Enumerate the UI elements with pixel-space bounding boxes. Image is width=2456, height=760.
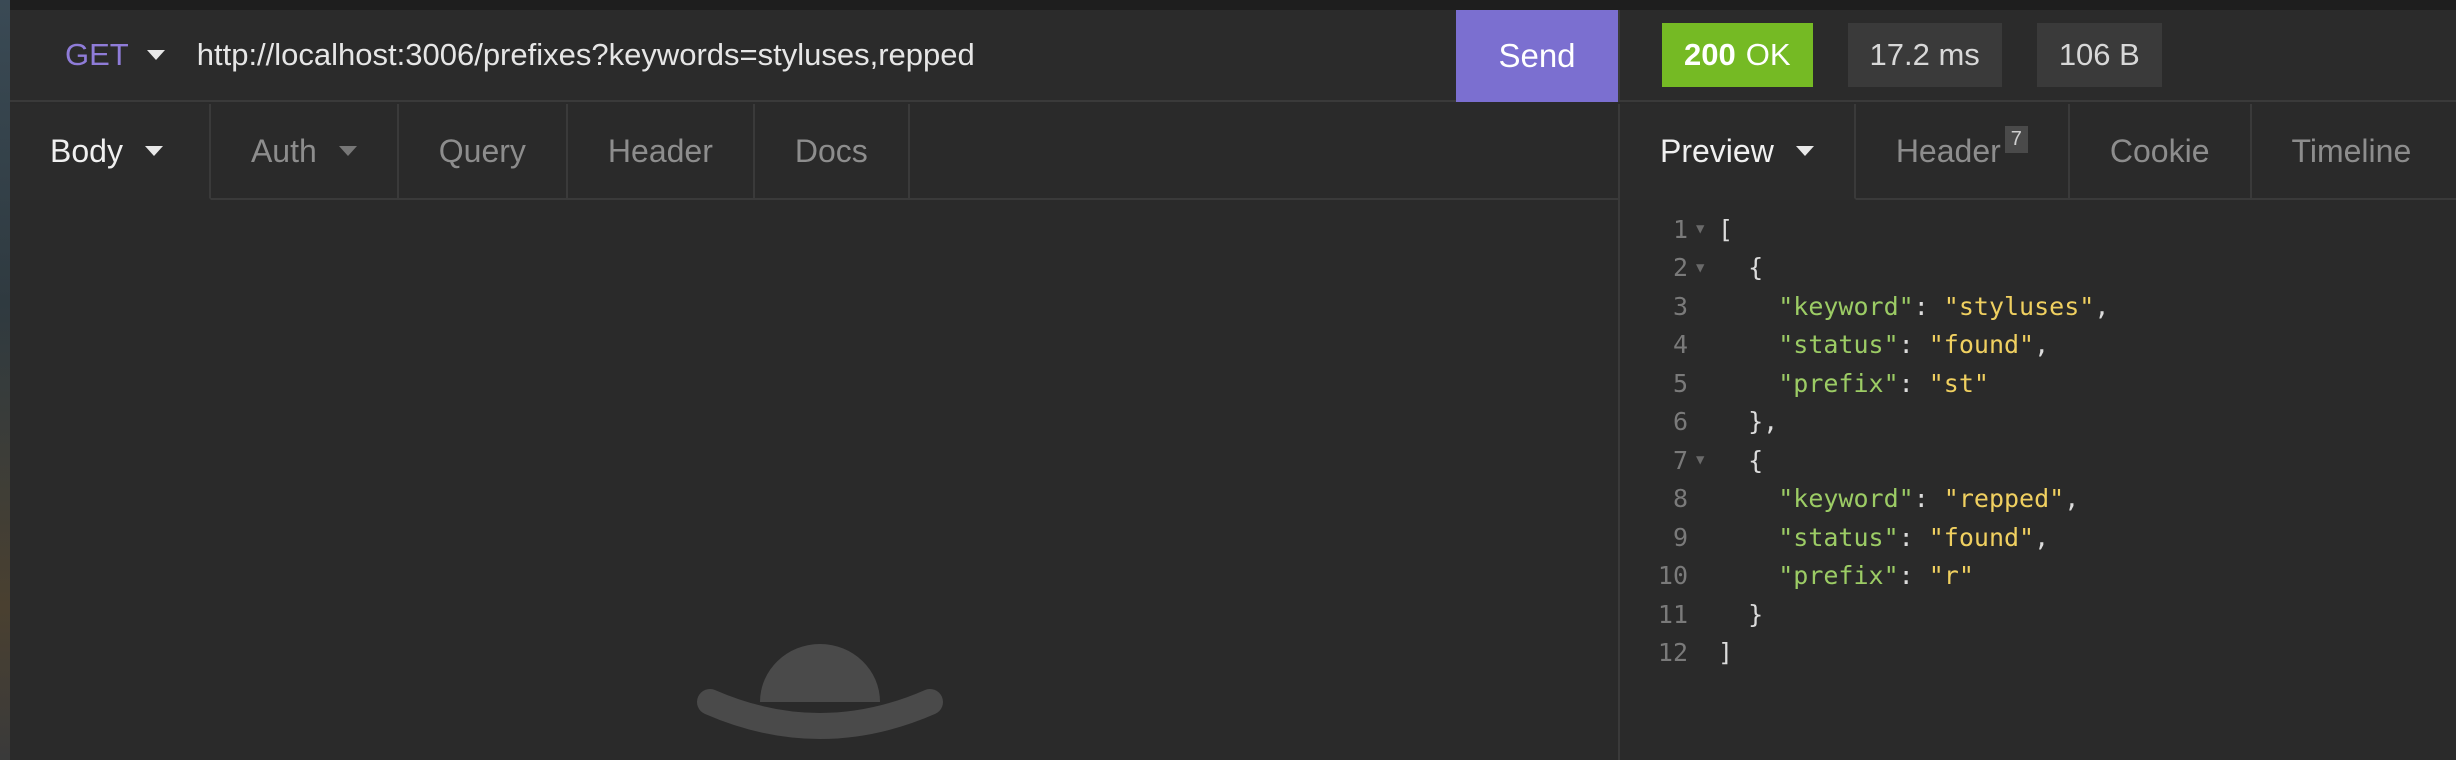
tab-label: Timeline xyxy=(2291,132,2412,169)
status-code: 200 xyxy=(1684,37,1736,72)
tab-response-header[interactable]: Header 7 xyxy=(1856,104,2070,198)
response-size-badge: 106 B xyxy=(2036,23,2162,87)
code-line: 9 "status": "found", xyxy=(1620,518,2456,557)
response-status-bar: 200 OK 17.2 ms 106 B xyxy=(1618,10,2456,102)
json-property: "prefix": "r" xyxy=(1778,561,1974,591)
json-punctuation: ] xyxy=(1718,638,1734,668)
json-value: "found" xyxy=(1928,330,2035,360)
json-key: "status" xyxy=(1778,330,1899,360)
response-preview[interactable]: 1 ▼[2 ▼ {3 "keyword": "styluses", 4 "status… xyxy=(1620,210,2456,670)
top-edge xyxy=(10,0,2456,10)
code-line: 5 "prefix": "st" xyxy=(1620,364,2456,403)
json-property: "keyword": "repped", xyxy=(1778,484,2080,514)
code-line: 8 "keyword": "repped", xyxy=(1620,480,2456,519)
json-value: "st" xyxy=(1928,368,1989,398)
json-key: "status" xyxy=(1778,522,1899,552)
tab-timeline[interactable]: Timeline xyxy=(2252,104,2452,198)
tab-query[interactable]: Query xyxy=(399,104,568,198)
tab-auth[interactable]: Auth xyxy=(211,104,399,198)
code-line: 6 }, xyxy=(1620,403,2456,442)
line-number: 5 xyxy=(1672,368,1688,398)
fold-arrow-icon[interactable]: ▼ xyxy=(1688,452,1718,468)
window-edge xyxy=(0,0,10,760)
tab-docs[interactable]: Docs xyxy=(755,104,910,198)
tab-label: Auth xyxy=(250,132,317,169)
code-line: 4 "status": "found", xyxy=(1620,326,2456,365)
json-punctuation: { xyxy=(1718,253,1764,283)
fold-arrow-icon[interactable]: ▼ xyxy=(1688,221,1718,237)
response-time-badge: 17.2 ms xyxy=(1847,23,2002,87)
app-window: GET Send 200 OK 17.2 ms 106 B Body Auth … xyxy=(0,0,2456,760)
code-line: 11 } xyxy=(1620,595,2456,634)
request-body-pane xyxy=(10,200,1618,760)
line-number: 7 xyxy=(1672,445,1688,475)
tab-label: Header xyxy=(607,132,713,169)
json-value: "found" xyxy=(1928,522,2035,552)
code-line: 1 ▼[ xyxy=(1620,210,2456,249)
json-property: "status": "found", xyxy=(1778,330,2050,360)
line-number: 1 xyxy=(1672,214,1688,244)
chevron-down-icon xyxy=(144,146,163,156)
line-number: 11 xyxy=(1657,599,1688,629)
line-number: 6 xyxy=(1672,407,1688,437)
json-value: "r" xyxy=(1928,561,1974,591)
json-key: "prefix" xyxy=(1778,561,1899,591)
json-property: "keyword": "styluses", xyxy=(1778,291,2110,321)
line-number: 3 xyxy=(1672,291,1688,321)
code-line: 10 "prefix": "r" xyxy=(1620,557,2456,596)
json-punctuation: [ xyxy=(1718,214,1734,244)
status-text: OK xyxy=(1745,37,1791,72)
json-punctuation: } xyxy=(1718,599,1764,629)
tab-preview[interactable]: Preview xyxy=(1620,104,1856,200)
url-input[interactable] xyxy=(186,10,1618,100)
line-number: 9 xyxy=(1672,522,1688,552)
method-selector[interactable]: GET xyxy=(10,10,187,100)
chevron-down-icon xyxy=(338,146,357,156)
tab-label: Cookie xyxy=(2109,132,2210,169)
code-line: 2 ▼ { xyxy=(1620,249,2456,288)
tab-label: Query xyxy=(438,132,526,169)
code-line: 12] xyxy=(1620,634,2456,673)
tab-body[interactable]: Body xyxy=(10,104,211,200)
tab-label: Docs xyxy=(794,132,868,169)
hat-icon xyxy=(697,644,943,739)
line-number: 10 xyxy=(1657,561,1688,591)
json-punctuation: { xyxy=(1718,445,1764,475)
request-tabs: Body Auth Query Header Docs xyxy=(10,104,1618,200)
tab-label: Body xyxy=(50,132,123,169)
json-punctuation: }, xyxy=(1718,407,1779,437)
method-label: GET xyxy=(65,37,129,72)
code-line: 7 ▼ { xyxy=(1620,441,2456,480)
line-number: 4 xyxy=(1672,330,1688,360)
tab-cookie[interactable]: Cookie xyxy=(2070,104,2252,198)
chevron-down-icon xyxy=(1795,146,1814,156)
tab-label: Preview xyxy=(1660,132,1774,169)
json-property: "prefix": "st" xyxy=(1778,368,1989,398)
json-key: "prefix" xyxy=(1778,368,1899,398)
line-number: 2 xyxy=(1672,253,1688,283)
json-value: "styluses" xyxy=(1943,291,2095,321)
json-key: "keyword" xyxy=(1778,291,1914,321)
status-badge: 200 OK xyxy=(1662,23,1813,87)
line-number: 8 xyxy=(1672,484,1688,514)
chevron-down-icon xyxy=(146,50,165,60)
json-key: "keyword" xyxy=(1778,484,1914,514)
tab-label: Header xyxy=(1895,132,2001,169)
send-button[interactable]: Send xyxy=(1456,10,1618,102)
fold-arrow-icon[interactable]: ▼ xyxy=(1688,260,1718,276)
json-property: "status": "found", xyxy=(1778,522,2050,552)
header-count-badge: 7 xyxy=(2004,125,2028,153)
url-bar: GET Send xyxy=(10,10,1618,102)
code-line: 3 "keyword": "styluses", xyxy=(1620,287,2456,326)
tab-header[interactable]: Header xyxy=(568,104,755,198)
line-number: 12 xyxy=(1657,638,1688,668)
json-value: "repped" xyxy=(1943,484,2065,514)
response-tabs: Preview Header 7 Cookie Timeline xyxy=(1620,104,2456,200)
